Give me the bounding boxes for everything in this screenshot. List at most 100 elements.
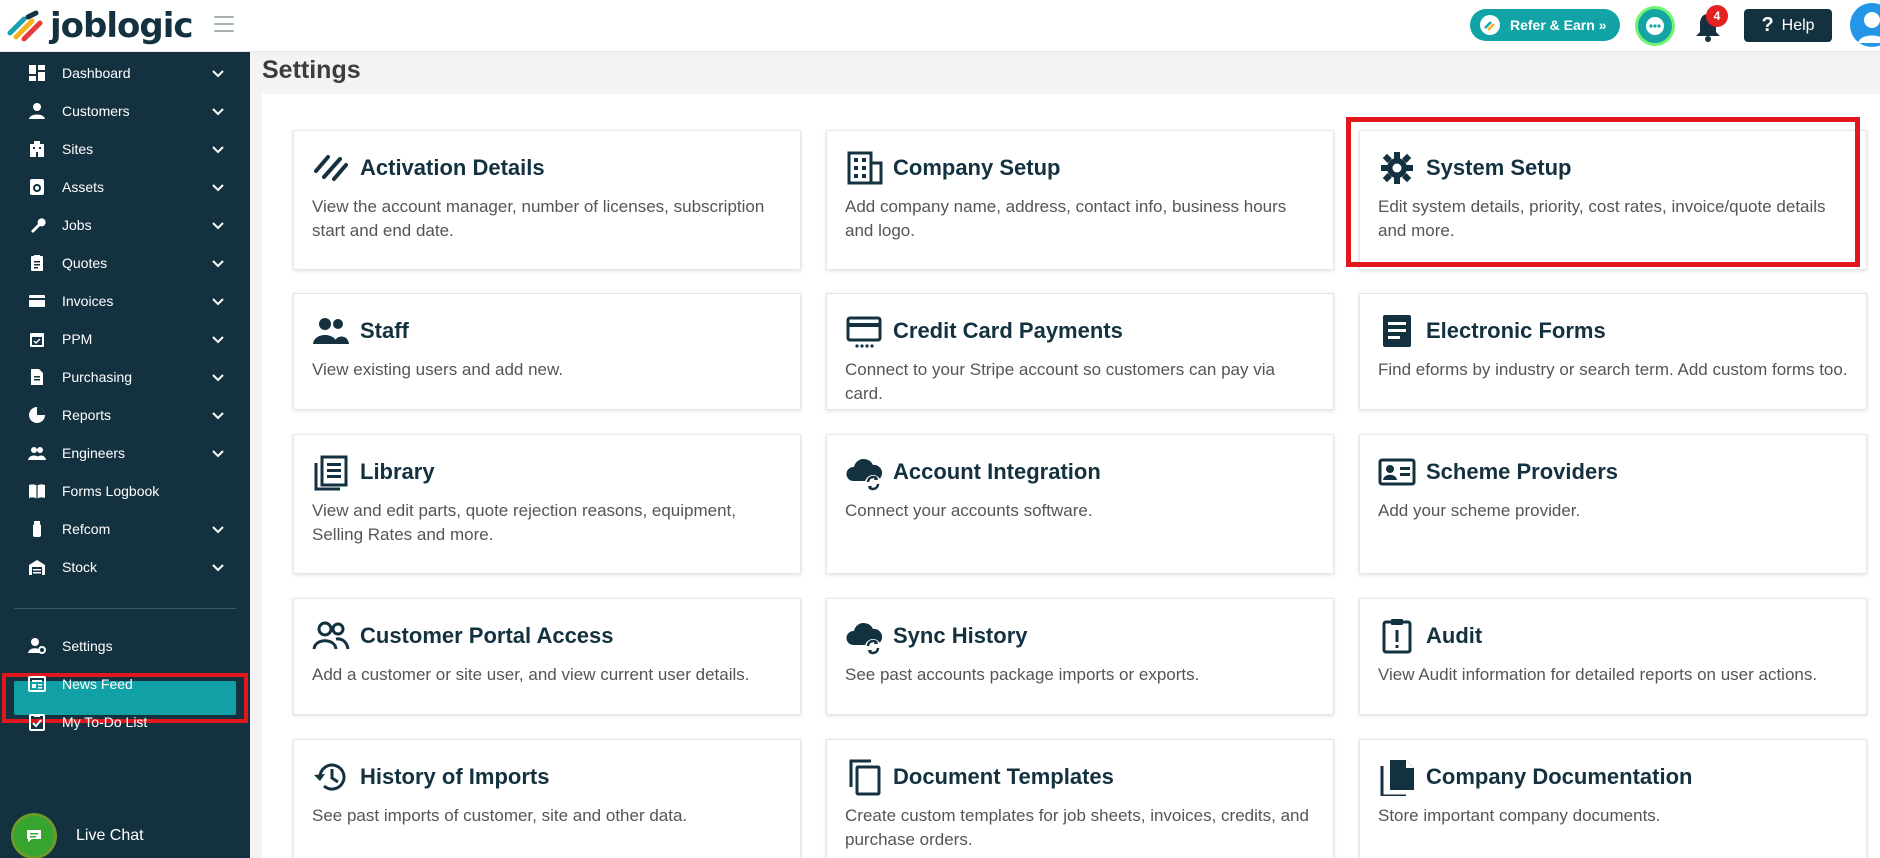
settings-card-staff[interactable]: Staff View existing users and add new. [293, 293, 801, 410]
help-label: Help [1781, 16, 1815, 34]
refer-logo-icon [1480, 15, 1500, 35]
chevron-down-icon [212, 526, 224, 534]
card-title: Sync History [893, 623, 1028, 648]
sidebar-item-ppm[interactable]: PPM [14, 322, 236, 356]
book-icon [29, 484, 45, 499]
card-header: Company Setup [845, 149, 1060, 187]
help-button[interactable]: ? Help [1744, 9, 1832, 42]
checklist-icon [29, 714, 45, 731]
page-title: Settings [262, 56, 361, 84]
live-chat-button[interactable]: Live Chat [14, 814, 236, 858]
chevron-down-icon [212, 146, 224, 154]
dashboard-icon [29, 65, 45, 81]
canister-icon [33, 521, 41, 537]
card-icon [29, 295, 45, 307]
card-header: Activation Details [312, 149, 545, 187]
sidebar-item-reports[interactable]: Reports [14, 398, 236, 432]
sidebar-item-stock[interactable]: Stock [14, 550, 236, 584]
sidebar-item-label: Invoices [62, 293, 114, 309]
settings-card-electronic-forms[interactable]: Electronic Forms Find eforms by industry … [1359, 293, 1867, 410]
sidebar-item-label: Jobs [62, 217, 92, 233]
card-description: Store important company documents. [1378, 806, 1661, 825]
sidebar-item-invoices[interactable]: Invoices [14, 284, 236, 318]
sidebar-item-label: Quotes [62, 255, 108, 271]
sidebar-item-label: Sites [62, 141, 94, 157]
card-header: Scheme Providers [1378, 453, 1618, 491]
settings-card-customer-portal-access[interactable]: Customer Portal Access Add a customer or … [293, 598, 801, 715]
file-stack-icon [1380, 760, 1414, 796]
card-title: Staff [360, 318, 409, 343]
sidebar-item-settings[interactable]: Settings [14, 629, 236, 663]
sidebar-item-refcom[interactable]: Refcom [14, 512, 236, 546]
sidebar-item-customers[interactable]: Customers [14, 94, 236, 128]
refer-earn-button[interactable]: Refer & Earn » [1470, 9, 1620, 41]
chat-bubble-icon[interactable] [1638, 9, 1672, 43]
card-description: Connect to your Stripe account so custom… [845, 360, 1275, 403]
card-description: Find eforms by industry or search term. … [1378, 360, 1848, 379]
sidebar-divider [14, 608, 236, 609]
settings-card-audit[interactable]: Audit View Audit information for detailed… [1359, 598, 1867, 715]
sidebar-item-label: Purchasing [62, 369, 133, 385]
sidebar-item-sites[interactable]: Sites [14, 132, 236, 166]
id-card-icon [1378, 458, 1416, 486]
sidebar-item-my-to-do-list[interactable]: My To-Do List [14, 705, 236, 739]
card-header: Electronic Forms [1378, 312, 1606, 350]
sidebar-item-label: News Feed [62, 676, 133, 692]
history-icon [314, 763, 346, 791]
avatar[interactable] [1850, 3, 1880, 47]
sidebar-item-jobs[interactable]: Jobs [14, 208, 236, 242]
sidebar-item-engineers[interactable]: Engineers [14, 436, 236, 470]
card-title: Customer Portal Access [360, 623, 614, 648]
sidebar-item-forms-logbook[interactable]: Forms Logbook [14, 474, 236, 508]
chevron-down-icon [212, 450, 224, 458]
logo-text: joblogic [50, 6, 194, 46]
card-description: Create custom templates for job sheets, … [845, 806, 1309, 849]
notification-badge: 4 [1706, 5, 1728, 27]
settings-card-company-documentation[interactable]: Company Documentation Store important com… [1359, 739, 1867, 858]
form-icon [1383, 315, 1411, 347]
cloud-sync-icon [846, 622, 883, 655]
sidebar-item-dashboard[interactable]: Dashboard [14, 56, 236, 90]
card-header: Credit Card Payments [845, 312, 1123, 350]
sidebar-item-label: Stock [62, 559, 98, 575]
sidebar-item-label: Customers [62, 103, 130, 119]
card-description: Add a customer or site user, and view cu… [312, 665, 750, 684]
menu-toggle-icon[interactable] [214, 16, 234, 34]
card-description: Add company name, address, contact info,… [845, 197, 1287, 240]
warehouse-icon [29, 560, 45, 575]
card-header: Document Templates [845, 758, 1114, 796]
asset-icon [30, 179, 44, 195]
staff-icon [313, 318, 349, 344]
card-header: Account Integration [845, 453, 1101, 491]
card-title: Scheme Providers [1426, 459, 1618, 484]
document-icon [31, 369, 43, 385]
sidebar-item-assets[interactable]: Assets [14, 170, 236, 204]
settings-card-library[interactable]: Library View and edit parts, quote reject… [293, 434, 801, 574]
card-header: Customer Portal Access [312, 617, 614, 655]
chevron-down-icon [212, 564, 224, 572]
card-description: View and edit parts, quote rejection rea… [312, 501, 737, 544]
settings-card-scheme-providers[interactable]: Scheme Providers Add your scheme provider… [1359, 434, 1867, 574]
settings-card-activation-details[interactable]: Activation Details View the account manag… [293, 130, 801, 270]
live-chat-label: Live Chat [76, 827, 144, 844]
card-description: View Audit information for detailed repo… [1378, 665, 1818, 684]
settings-card-credit-card-payments[interactable]: Credit Card Payments Connect to your Stri… [826, 293, 1334, 410]
chevron-down-icon [212, 374, 224, 382]
question-icon: ? [1761, 14, 1774, 36]
sidebar-item-quotes[interactable]: Quotes [14, 246, 236, 280]
sidebar-item-news-feed[interactable]: News Feed [14, 667, 236, 701]
sidebar-item-label: Engineers [62, 445, 126, 461]
sidebar-item-purchasing[interactable]: Purchasing [14, 360, 236, 394]
logo-mark-icon [7, 10, 43, 42]
cloud-sync-icon [846, 458, 883, 491]
card-title: Company Setup [893, 155, 1061, 180]
settings-card-history-of-imports[interactable]: History of Imports See past imports of cu… [293, 739, 801, 858]
joblogic-logo[interactable]: joblogic [6, 6, 194, 46]
sidebar-item-label: My To-Do List [62, 714, 148, 730]
person-icon [29, 103, 45, 119]
card-description: Connect your accounts software. [845, 501, 1093, 520]
settings-card-sync-history[interactable]: Sync History See past accounts package im… [826, 598, 1334, 715]
settings-card-document-templates[interactable]: Document Templates Create custom template… [826, 739, 1334, 858]
settings-card-account-integration[interactable]: Account Integration Connect your accounts… [826, 434, 1334, 574]
settings-card-company-setup[interactable]: Company Setup Add company name, address, … [826, 130, 1334, 270]
